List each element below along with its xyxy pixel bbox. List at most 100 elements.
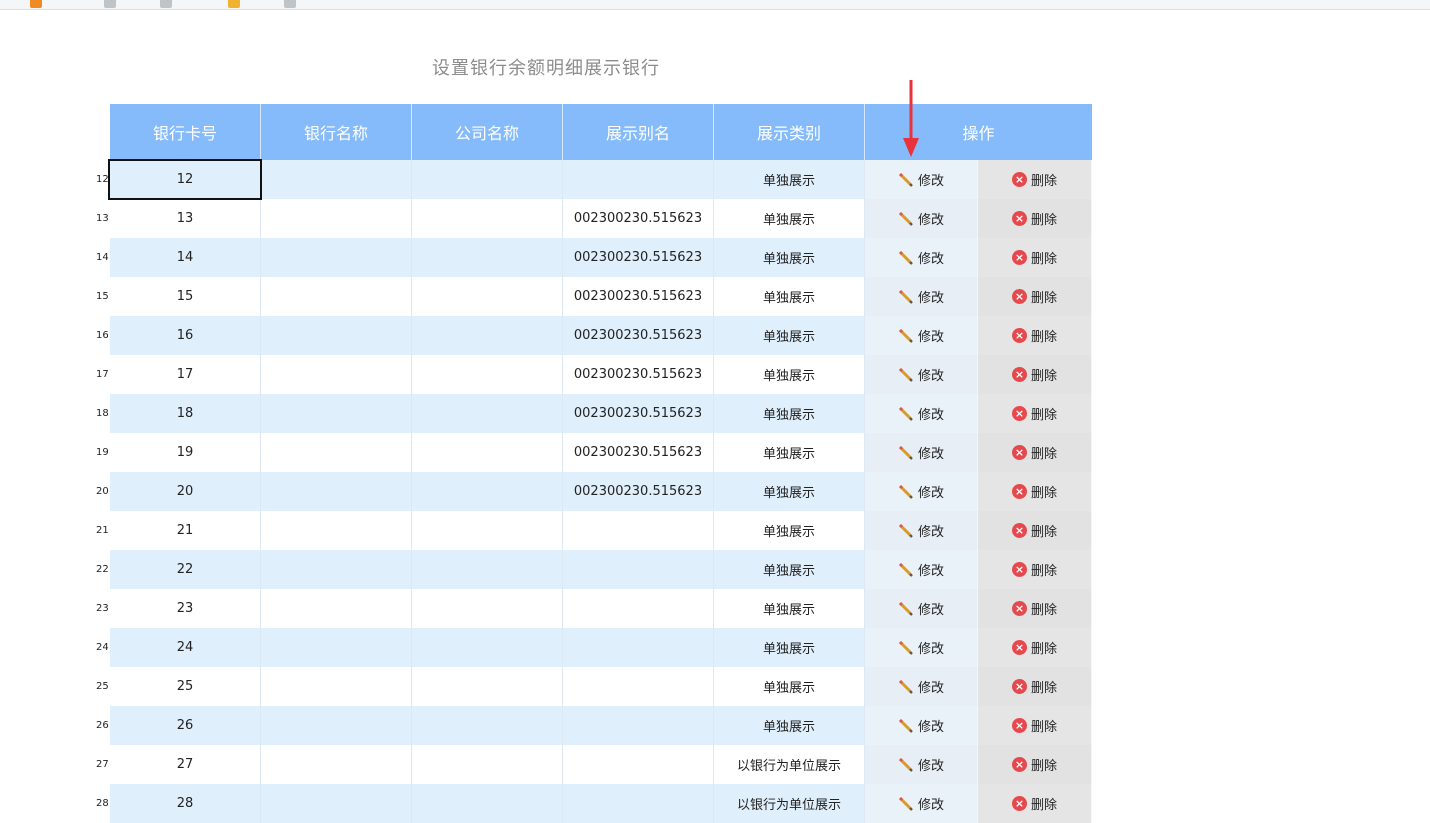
edit-button[interactable]: 修改 xyxy=(865,277,978,316)
cell-company-name[interactable] xyxy=(412,199,563,238)
cell-display-type[interactable]: 单独展示 xyxy=(714,511,865,550)
cell-display-type[interactable]: 单独展示 xyxy=(714,628,865,667)
delete-button[interactable]: × 删除 xyxy=(978,706,1092,745)
cell-card-number[interactable]: 17 xyxy=(110,355,261,394)
column-header-card-number[interactable]: 银行卡号 xyxy=(110,104,261,160)
delete-button[interactable]: × 删除 xyxy=(978,316,1092,355)
cell-display-alias[interactable]: 002300230.515623 xyxy=(563,277,714,316)
cell-display-type[interactable]: 单独展示 xyxy=(714,394,865,433)
cell-bank-name[interactable] xyxy=(261,160,412,199)
table-row[interactable]: 28 以银行为单位展示 修改 × 删除 xyxy=(110,784,1092,823)
table-row[interactable]: 16 002300230.515623 单独展示 修改 × 删除 xyxy=(110,316,1092,355)
edit-button[interactable]: 修改 xyxy=(865,199,978,238)
edit-button[interactable]: 修改 xyxy=(865,433,978,472)
cell-company-name[interactable] xyxy=(412,667,563,706)
column-header-display-alias[interactable]: 展示别名 xyxy=(563,104,714,160)
edit-button[interactable]: 修改 xyxy=(865,316,978,355)
cell-company-name[interactable] xyxy=(412,472,563,511)
cell-company-name[interactable] xyxy=(412,394,563,433)
cell-card-number[interactable]: 14 xyxy=(110,238,261,277)
cell-display-type[interactable]: 以银行为单位展示 xyxy=(714,784,865,823)
column-header-company-name[interactable]: 公司名称 xyxy=(412,104,563,160)
edit-button[interactable]: 修改 xyxy=(865,511,978,550)
cell-company-name[interactable] xyxy=(412,784,563,823)
table-row[interactable]: 18 002300230.515623 单独展示 修改 × 删除 xyxy=(110,394,1092,433)
cell-bank-name[interactable] xyxy=(261,706,412,745)
cell-card-number[interactable]: 16 xyxy=(110,316,261,355)
cell-card-number[interactable]: 25 xyxy=(110,667,261,706)
edit-button[interactable]: 修改 xyxy=(865,784,978,823)
cell-display-type[interactable]: 单独展示 xyxy=(714,433,865,472)
cell-display-type[interactable]: 单独展示 xyxy=(714,199,865,238)
delete-button[interactable]: × 删除 xyxy=(978,628,1092,667)
cell-company-name[interactable] xyxy=(412,355,563,394)
table-row[interactable]: 13 002300230.515623 单独展示 修改 × 删除 xyxy=(110,199,1092,238)
cell-display-alias[interactable]: 002300230.515623 xyxy=(563,199,714,238)
cell-display-type[interactable]: 单独展示 xyxy=(714,667,865,706)
cell-display-type[interactable]: 单独展示 xyxy=(714,355,865,394)
cell-display-alias[interactable]: 002300230.515623 xyxy=(563,238,714,277)
cell-card-number[interactable]: 22 xyxy=(110,550,261,589)
cell-bank-name[interactable] xyxy=(261,199,412,238)
edit-button[interactable]: 修改 xyxy=(865,160,978,199)
cell-bank-name[interactable] xyxy=(261,550,412,589)
cell-company-name[interactable] xyxy=(412,433,563,472)
cell-card-number[interactable]: 28 xyxy=(110,784,261,823)
cell-company-name[interactable] xyxy=(412,745,563,784)
delete-button[interactable]: × 删除 xyxy=(978,394,1092,433)
cell-display-type[interactable]: 以银行为单位展示 xyxy=(714,745,865,784)
cell-display-alias[interactable] xyxy=(563,784,714,823)
cell-card-number[interactable]: 15 xyxy=(110,277,261,316)
cell-company-name[interactable] xyxy=(412,628,563,667)
table-row[interactable]: 12 单独展示 修改 × 删除 xyxy=(110,160,1092,199)
edit-button[interactable]: 修改 xyxy=(865,238,978,277)
edit-button[interactable]: 修改 xyxy=(865,745,978,784)
cell-display-alias[interactable] xyxy=(563,160,714,199)
edit-button[interactable]: 修改 xyxy=(865,355,978,394)
cell-display-alias[interactable]: 002300230.515623 xyxy=(563,433,714,472)
cell-card-number[interactable]: 27 xyxy=(110,745,261,784)
delete-button[interactable]: × 删除 xyxy=(978,511,1092,550)
cell-card-number[interactable]: 26 xyxy=(110,706,261,745)
table-row[interactable]: 21 单独展示 修改 × 删除 xyxy=(110,511,1092,550)
cell-bank-name[interactable] xyxy=(261,667,412,706)
cell-display-type[interactable]: 单独展示 xyxy=(714,550,865,589)
table-row[interactable]: 17 002300230.515623 单独展示 修改 × 删除 xyxy=(110,355,1092,394)
cell-display-alias[interactable] xyxy=(563,745,714,784)
cell-display-type[interactable]: 单独展示 xyxy=(714,589,865,628)
table-row[interactable]: 27 以银行为单位展示 修改 × 删除 xyxy=(110,745,1092,784)
cell-company-name[interactable] xyxy=(412,511,563,550)
cell-display-alias[interactable] xyxy=(563,706,714,745)
column-header-display-type[interactable]: 展示类别 xyxy=(714,104,865,160)
delete-button[interactable]: × 删除 xyxy=(978,745,1092,784)
document-icon[interactable] xyxy=(104,0,116,8)
table-row[interactable]: 25 单独展示 修改 × 删除 xyxy=(110,667,1092,706)
table-row[interactable]: 24 单独展示 修改 × 删除 xyxy=(110,628,1092,667)
cell-display-alias[interactable] xyxy=(563,589,714,628)
cell-card-number[interactable]: 12 xyxy=(110,160,261,199)
cell-display-alias[interactable]: 002300230.515623 xyxy=(563,394,714,433)
delete-button[interactable]: × 删除 xyxy=(978,472,1092,511)
cell-card-number[interactable]: 23 xyxy=(110,589,261,628)
bookmark-icon[interactable] xyxy=(30,0,42,8)
table-row[interactable]: 20 002300230.515623 单独展示 修改 × 删除 xyxy=(110,472,1092,511)
cell-bank-name[interactable] xyxy=(261,355,412,394)
cell-display-alias[interactable]: 002300230.515623 xyxy=(563,355,714,394)
table-row[interactable]: 23 单独展示 修改 × 删除 xyxy=(110,589,1092,628)
table-row[interactable]: 26 单独展示 修改 × 删除 xyxy=(110,706,1092,745)
cell-display-alias[interactable] xyxy=(563,511,714,550)
edit-button[interactable]: 修改 xyxy=(865,394,978,433)
delete-button[interactable]: × 删除 xyxy=(978,160,1092,199)
cell-company-name[interactable] xyxy=(412,550,563,589)
cell-company-name[interactable] xyxy=(412,160,563,199)
folder-icon[interactable] xyxy=(228,0,240,8)
edit-button[interactable]: 修改 xyxy=(865,589,978,628)
cell-display-alias[interactable] xyxy=(563,550,714,589)
table-row[interactable]: 15 002300230.515623 单独展示 修改 × 删除 xyxy=(110,277,1092,316)
table-row[interactable]: 14 002300230.515623 单独展示 修改 × 删除 xyxy=(110,238,1092,277)
cell-card-number[interactable]: 20 xyxy=(110,472,261,511)
cell-display-alias[interactable] xyxy=(563,628,714,667)
cell-bank-name[interactable] xyxy=(261,277,412,316)
document-icon[interactable] xyxy=(160,0,172,8)
delete-button[interactable]: × 删除 xyxy=(978,550,1092,589)
